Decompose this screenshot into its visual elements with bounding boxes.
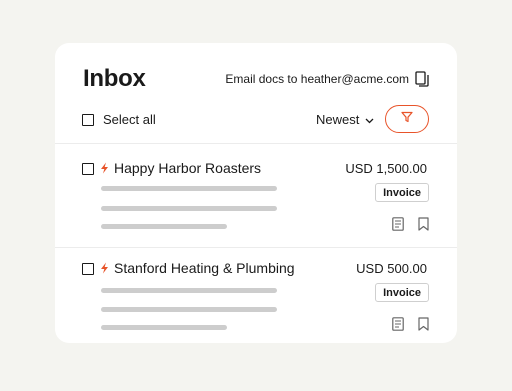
item-amount: USD 1,500.00 xyxy=(345,161,427,176)
sort-label: Newest xyxy=(316,112,360,127)
placeholder-line xyxy=(101,186,277,191)
bookmark-icon[interactable] xyxy=(418,217,429,231)
lightning-bolt-icon xyxy=(100,262,109,274)
list-item[interactable]: Stanford Heating & Plumbing USD 500.00 I… xyxy=(55,244,457,343)
document-copy-icon[interactable] xyxy=(415,71,429,87)
select-all-checkbox[interactable] xyxy=(82,113,94,126)
document-icon[interactable] xyxy=(392,317,404,331)
filter-button[interactable] xyxy=(385,105,429,133)
placeholder-line xyxy=(101,307,277,312)
item-actions xyxy=(392,217,429,231)
placeholder-line xyxy=(101,325,227,330)
item-title: Stanford Heating & Plumbing xyxy=(100,260,295,276)
document-icon[interactable] xyxy=(392,217,404,231)
placeholder-line xyxy=(101,288,277,293)
page-title: Inbox xyxy=(83,65,146,92)
item-actions xyxy=(392,317,429,331)
sort-dropdown[interactable]: Newest xyxy=(316,112,374,127)
filter-icon xyxy=(401,110,413,128)
item-checkbox[interactable] xyxy=(82,163,94,175)
email-docs-info: Email docs to heather@acme.com xyxy=(225,71,429,87)
placeholder-line xyxy=(101,206,277,211)
chevron-down-icon xyxy=(365,112,374,127)
select-all-control[interactable]: Select all xyxy=(82,112,156,127)
email-docs-text: Email docs to heather@acme.com xyxy=(225,72,409,86)
select-all-label: Select all xyxy=(103,112,156,127)
placeholder-line xyxy=(101,224,227,229)
invoice-badge: Invoice xyxy=(375,183,429,202)
invoice-badge: Invoice xyxy=(375,283,429,302)
item-title: Happy Harbor Roasters xyxy=(100,160,261,176)
item-amount: USD 500.00 xyxy=(356,261,427,276)
item-checkbox[interactable] xyxy=(82,263,94,275)
lightning-bolt-icon xyxy=(100,162,109,174)
bookmark-icon[interactable] xyxy=(418,317,429,331)
inbox-card: Inbox Email docs to heather@acme.com Sel… xyxy=(55,43,457,343)
item-name: Happy Harbor Roasters xyxy=(114,160,262,176)
item-name: Stanford Heating & Plumbing xyxy=(114,260,295,276)
list-item[interactable]: Happy Harbor Roasters USD 1,500.00 Invoi… xyxy=(55,144,457,244)
inbox-header: Inbox Email docs to heather@acme.com Sel… xyxy=(55,43,457,143)
